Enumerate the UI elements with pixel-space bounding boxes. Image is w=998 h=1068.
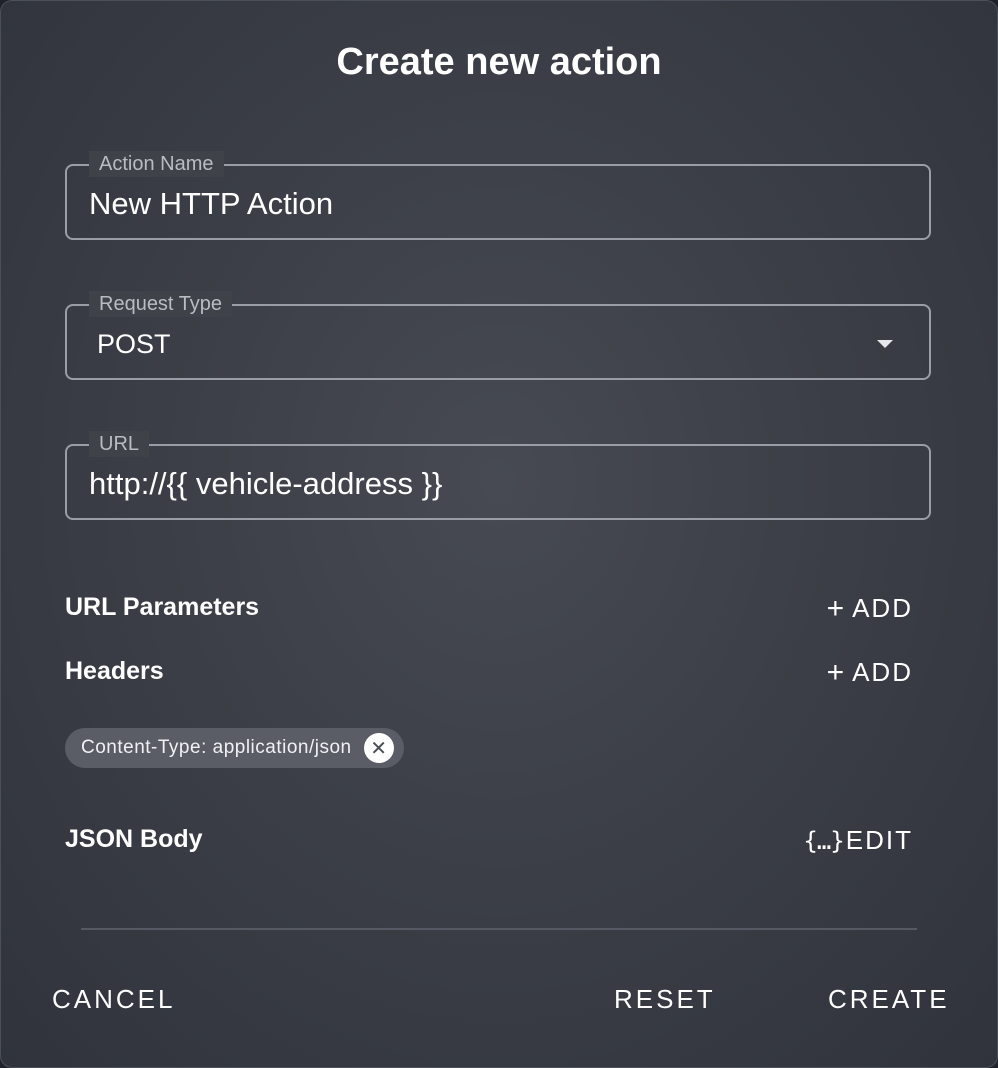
header-chip[interactable]: Content-Type: application/json ✕ xyxy=(65,728,404,768)
action-name-label: Action Name xyxy=(89,151,224,177)
url-parameters-label: URL Parameters xyxy=(65,593,260,621)
plus-icon: + xyxy=(826,591,847,625)
dialog-title: Create new action xyxy=(336,41,662,83)
footer-divider xyxy=(81,928,917,930)
request-type-value[interactable]: POST xyxy=(97,329,171,360)
cancel-button[interactable]: CANCEL xyxy=(52,984,175,1015)
url-label: URL xyxy=(89,431,150,457)
create-button[interactable]: CREATE xyxy=(828,984,950,1015)
request-type-select[interactable]: Request Type POST xyxy=(65,291,931,380)
url-field[interactable]: URL http://{{ vehicle-address }} xyxy=(65,431,931,520)
create-action-dialog: Create new action Action Name New HTTP A… xyxy=(0,0,998,1068)
json-body-label: JSON Body xyxy=(65,825,203,853)
chevron-down-icon[interactable] xyxy=(877,340,893,348)
close-circle-icon[interactable]: ✕ xyxy=(363,733,394,763)
plus-icon: + xyxy=(826,655,847,689)
edit-json-body-button[interactable]: {…} EDIT xyxy=(803,825,913,856)
request-type-label: Request Type xyxy=(89,291,233,317)
action-name-field[interactable]: Action Name New HTTP Action xyxy=(65,151,931,240)
url-input[interactable]: http://{{ vehicle-address }} xyxy=(89,466,442,502)
add-url-parameter-label: ADD xyxy=(852,593,913,623)
braces-icon: {…} xyxy=(803,826,844,855)
add-header-button[interactable]: + ADD xyxy=(827,657,913,688)
add-header-label: ADD xyxy=(852,657,913,687)
add-url-parameter-button[interactable]: + ADD xyxy=(827,593,913,624)
header-chip-label: Content-Type: application/json xyxy=(81,737,352,758)
edit-json-body-label: EDIT xyxy=(845,825,913,855)
headers-label: Headers xyxy=(65,657,164,685)
reset-button[interactable]: RESET xyxy=(614,984,716,1015)
action-name-input[interactable]: New HTTP Action xyxy=(89,186,333,222)
